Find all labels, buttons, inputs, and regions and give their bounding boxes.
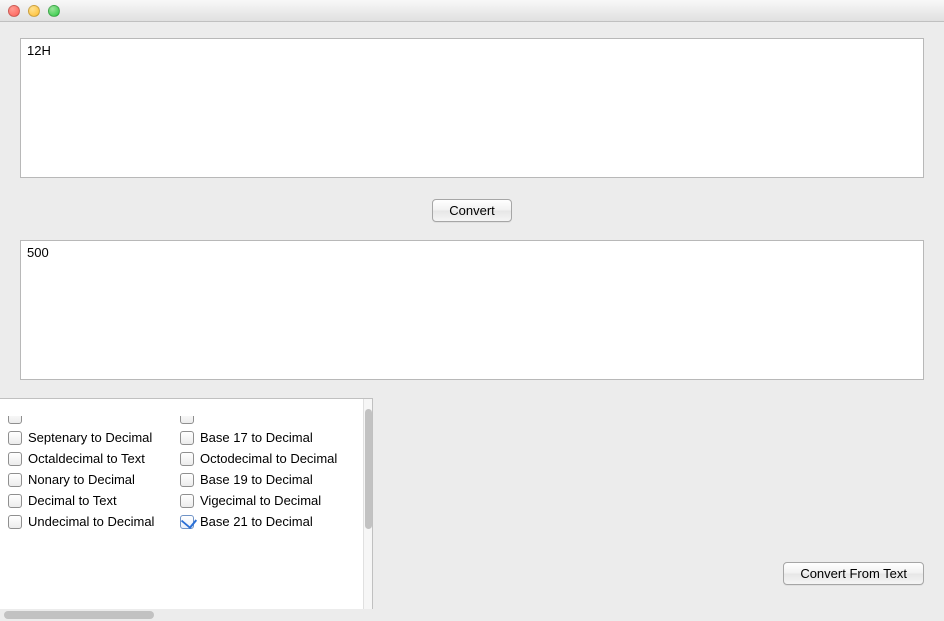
checkbox[interactable] [8,494,22,508]
vertical-scrollbar[interactable] [363,399,372,609]
option-label: Nonary to Decimal [28,472,135,487]
checkbox[interactable] [8,416,22,424]
checkbox[interactable] [180,473,194,487]
options-scroll-viewport[interactable]: Septenary to Decimal Octaldecimal to Tex… [0,399,363,609]
option-row[interactable]: Base 21 to Decimal [180,514,340,529]
options-panel: Septenary to Decimal Octaldecimal to Tex… [0,398,373,610]
horizontal-scrollbar[interactable] [0,609,373,621]
option-row[interactable]: Base 17 to Decimal [180,430,340,445]
checkbox[interactable] [8,431,22,445]
option-row[interactable]: Septenary to Decimal [8,430,168,445]
option-label: Undecimal to Decimal [28,514,154,529]
checkbox[interactable] [8,452,22,466]
window-titlebar [0,0,944,22]
option-row[interactable] [180,416,340,424]
checkbox[interactable] [8,473,22,487]
options-column-1: Septenary to Decimal Octaldecimal to Tex… [8,416,168,529]
scrollbar-thumb[interactable] [365,409,372,529]
option-row[interactable]: Octaldecimal to Text [8,451,168,466]
convert-button[interactable]: Convert [432,199,512,222]
option-row[interactable]: Decimal to Text [8,493,168,508]
checkbox[interactable] [180,515,194,529]
minimize-icon[interactable] [28,5,40,17]
option-label: Vigecimal to Decimal [200,493,321,508]
option-label: Octaldecimal to Text [28,451,145,466]
option-label: Base 17 to Decimal [200,430,313,445]
zoom-icon[interactable] [48,5,60,17]
option-row[interactable]: Octodecimal to Decimal [180,451,340,466]
option-label: Septenary to Decimal [28,430,152,445]
options-column-2: Base 17 to Decimal Octodecimal to Decima… [180,416,340,529]
convert-from-text-button[interactable]: Convert From Text [783,562,924,585]
input-textarea[interactable] [20,38,924,178]
option-row[interactable]: Nonary to Decimal [8,472,168,487]
option-label: Octodecimal to Decimal [200,451,337,466]
option-row[interactable]: Undecimal to Decimal [8,514,168,529]
option-label: Decimal to Text [28,493,117,508]
checkbox[interactable] [8,515,22,529]
checkbox[interactable] [180,431,194,445]
option-label: Base 19 to Decimal [200,472,313,487]
output-textarea[interactable] [20,240,924,380]
close-icon[interactable] [8,5,20,17]
option-row[interactable]: Vigecimal to Decimal [180,493,340,508]
option-row[interactable]: Base 19 to Decimal [180,472,340,487]
option-label: Base 21 to Decimal [200,514,313,529]
option-row[interactable] [8,416,168,424]
checkbox[interactable] [180,452,194,466]
checkbox[interactable] [180,494,194,508]
checkbox[interactable] [180,416,194,424]
